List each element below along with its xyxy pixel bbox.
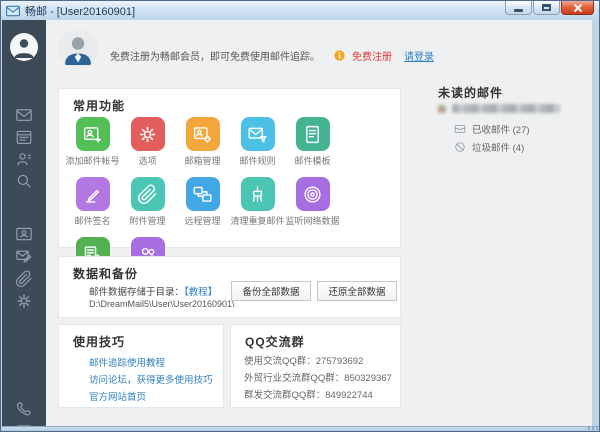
- received-mail-label: 已收邮件 (27): [472, 125, 530, 136]
- sidebar-item-support[interactable]: [15, 400, 33, 418]
- login-link[interactable]: 请登录: [404, 48, 434, 63]
- add-account-icon: [83, 126, 102, 143]
- gear-icon: [17, 294, 31, 308]
- contacts-icon: [17, 153, 31, 166]
- sidebar-item-compose[interactable]: [15, 247, 33, 265]
- contact-card-icon: [16, 227, 32, 241]
- tile-add-account[interactable]: 添加邮件帐号: [65, 117, 120, 167]
- qq-group-trade: 外贸行业交流群QQ群：850329367: [244, 373, 392, 384]
- tip-link-forum[interactable]: 访问论坛，获得更多使用技巧: [89, 372, 213, 386]
- resize-grip[interactable]: [588, 426, 598, 430]
- mail-rules-icon: [248, 127, 267, 143]
- monitor-network-icon: [304, 185, 321, 203]
- free-register-link[interactable]: 免费注册: [352, 48, 392, 63]
- main-content: 免费注册为畅邮会员，即可免费使用邮件追踪。 免费注册 请登录 常用功能 添加邮件…: [46, 20, 592, 426]
- sidebar-item-mail[interactable]: [15, 106, 33, 124]
- tile-mail-rules[interactable]: 邮件规则: [230, 117, 285, 167]
- backup-all-button[interactable]: 备份全部数据: [231, 281, 311, 301]
- unread-mail-title: 未读的邮件: [438, 86, 504, 100]
- account-status-icon: [438, 104, 446, 113]
- sidebar-item-contacts[interactable]: [15, 150, 33, 168]
- phone-support-icon: [16, 402, 31, 416]
- qq-group-bulk: 群发交流群QQ群：849922744: [244, 390, 373, 401]
- status-bar: [1, 426, 599, 431]
- tile-mail-signature[interactable]: 邮件签名: [65, 177, 120, 227]
- compose-mail-icon: [16, 250, 32, 263]
- folder-junk-mail[interactable]: 垃圾邮件 (4): [454, 140, 524, 154]
- tip-link-tracking-tutorial[interactable]: 邮件追踪使用教程: [89, 355, 165, 369]
- tile-mailbox-manage[interactable]: 邮箱管理: [175, 117, 230, 167]
- tips-title: 使用技巧: [73, 335, 126, 349]
- window-title: 畅邮 - [User20160901]: [25, 5, 136, 18]
- tip-link-official-site[interactable]: 官方网站首页: [89, 389, 146, 403]
- options-gear-icon: [139, 126, 156, 142]
- mail-signature-icon: [86, 189, 99, 203]
- qq-groups-card: QQ交流群 使用交流QQ群：275793692 外贸行业交流群QQ群：85032…: [230, 324, 401, 408]
- tile-monitor-network[interactable]: 监听网络数据: [285, 177, 340, 227]
- tile-mail-template[interactable]: 邮件模板: [285, 117, 340, 167]
- tile-clean-duplicate[interactable]: 清理重复邮件: [230, 177, 285, 227]
- sidebar: [2, 20, 46, 431]
- close-icon: [573, 3, 583, 13]
- minimize-button[interactable]: [505, 1, 532, 15]
- sidebar-item-attachments[interactable]: [15, 270, 33, 288]
- tutorial-link[interactable]: 【教程】: [184, 287, 217, 298]
- promo-bar: 免费注册为畅邮会员，即可免费使用邮件追踪。 免费注册 请登录: [110, 48, 434, 63]
- account-avatar[interactable]: [58, 29, 98, 69]
- calendar-icon: [16, 130, 32, 144]
- maximize-icon: [542, 4, 551, 11]
- user-silhouette-icon: [14, 39, 34, 58]
- common-functions-title: 常用功能: [73, 99, 126, 113]
- sidebar-item-calendar[interactable]: [15, 128, 33, 146]
- mail-template-icon: [306, 125, 319, 143]
- promo-text: 免费注册为畅邮会员，即可免费使用邮件追踪。: [110, 52, 320, 63]
- businessman-avatar-icon: [65, 37, 91, 65]
- restore-all-button[interactable]: 还原全部数据: [317, 281, 397, 301]
- maximize-button[interactable]: [533, 1, 560, 15]
- window-controls: [504, 1, 594, 15]
- tips-card: 使用技巧 邮件追踪使用教程 访问论坛，获得更多使用技巧 官方网站首页: [58, 324, 224, 408]
- received-mail-icon: [454, 125, 466, 133]
- account-row[interactable]: [438, 104, 560, 113]
- tile-remote-manage[interactable]: 远程管理: [175, 177, 230, 227]
- qq-groups-title: QQ交流群: [245, 335, 305, 349]
- sidebar-item-settings[interactable]: [15, 292, 33, 310]
- blurred-email-address: [452, 104, 560, 113]
- common-functions-card: 常用功能 添加邮件帐号 选项 邮箱管理 邮件规则 邮件模板 邮件签名 附件管理 …: [58, 88, 401, 297]
- junk-mail-icon: [455, 142, 465, 152]
- minimize-icon: [514, 8, 523, 12]
- folder-received-mail[interactable]: 已收邮件 (27): [454, 122, 530, 136]
- storage-label: 邮件数据存储于目录：【教程】: [89, 287, 218, 298]
- remote-manage-icon: [193, 186, 212, 202]
- storage-path: D:\DreamMail5\User\User20160901\: [89, 299, 235, 309]
- data-backup-title: 数据和备份: [73, 267, 139, 281]
- sidebar-item-contact-card[interactable]: [15, 225, 33, 243]
- junk-mail-label: 垃圾邮件 (4): [472, 143, 525, 154]
- sidebar-item-search[interactable]: [15, 172, 33, 190]
- sidebar-avatar[interactable]: [10, 33, 38, 61]
- tile-options[interactable]: 选项: [120, 117, 175, 167]
- info-icon: [334, 50, 345, 61]
- qq-group-usage: 使用交流QQ群：275793692: [244, 356, 364, 367]
- mailbox-manage-icon: [193, 126, 212, 143]
- app-logo-icon: [6, 5, 20, 17]
- attachment-icon: [138, 184, 157, 204]
- app-window: 畅邮 - [User20160901] 免费注册为畅邮会员，即可免费使用邮件追踪…: [0, 0, 600, 432]
- close-button[interactable]: [561, 1, 594, 15]
- title-bar[interactable]: 畅邮 - [User20160901]: [1, 1, 599, 20]
- clean-duplicate-icon: [252, 185, 263, 202]
- data-backup-card: 数据和备份 邮件数据存储于目录：【教程】 D:\DreamMail5\User\…: [58, 256, 401, 318]
- tile-attachment-manage[interactable]: 附件管理: [120, 177, 175, 227]
- search-icon: [17, 174, 31, 188]
- paperclip-icon: [15, 270, 32, 288]
- mail-icon: [16, 109, 32, 121]
